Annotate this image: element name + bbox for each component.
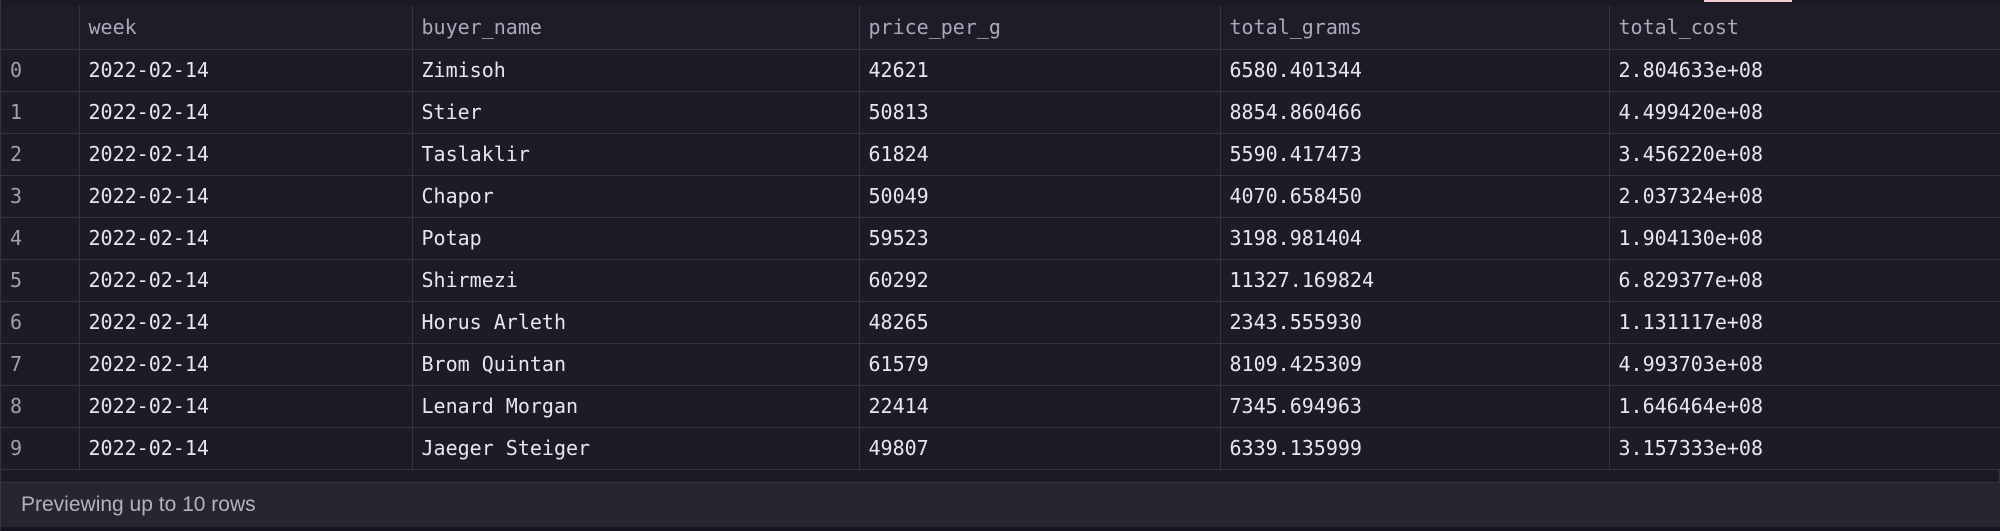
header-row: week buyer_name price_per_g total_grams … (1, 6, 2000, 50)
column-header-week[interactable]: week (79, 6, 413, 50)
price-per-g-cell[interactable]: 61824 (859, 133, 1221, 176)
total-cost-cell[interactable]: 3.456220e+08 (1609, 133, 2000, 176)
week-cell[interactable]: 2022-02-14 (79, 343, 413, 386)
price-per-g-cell[interactable]: 22414 (859, 385, 1221, 428)
week-cell[interactable]: 2022-02-14 (79, 133, 413, 176)
total-cost-cell[interactable]: 1.904130e+08 (1609, 217, 2000, 260)
price-per-g-cell[interactable]: 61579 (859, 343, 1221, 386)
week-cell[interactable]: 2022-02-14 (79, 259, 413, 302)
table-body: 0 2022-02-14 Zimisoh 42621 6580.401344 2… (1, 49, 2000, 470)
total-cost-cell[interactable]: 2.037324e+08 (1609, 175, 2000, 218)
total-grams-cell[interactable]: 6580.401344 (1220, 49, 1610, 92)
column-header-price-per-g[interactable]: price_per_g (859, 6, 1221, 50)
panel-bottom-edge (1, 527, 2000, 531)
row-index-cell: 1 (1, 91, 80, 134)
total-grams-cell[interactable]: 8109.425309 (1220, 343, 1610, 386)
price-per-g-cell[interactable]: 50049 (859, 175, 1221, 218)
week-cell[interactable]: 2022-02-14 (79, 217, 413, 260)
total-cost-cell[interactable]: 4.499420e+08 (1609, 91, 2000, 134)
buyer-name-cell[interactable]: Shirmezi (412, 259, 860, 302)
price-per-g-cell[interactable]: 59523 (859, 217, 1221, 260)
total-grams-cell[interactable]: 4070.658450 (1220, 175, 1610, 218)
row-index-cell: 7 (1, 343, 80, 386)
price-per-g-cell[interactable]: 60292 (859, 259, 1221, 302)
preview-footer: Previewing up to 10 rows (1, 482, 2000, 527)
row-index-cell: 8 (1, 385, 80, 428)
total-grams-cell[interactable]: 8854.860466 (1220, 91, 1610, 134)
column-header-total-cost[interactable]: total_cost (1609, 6, 2000, 50)
week-cell[interactable]: 2022-02-14 (79, 91, 413, 134)
buyer-name-cell[interactable]: Brom Quintan (412, 343, 860, 386)
table-row: 0 2022-02-14 Zimisoh 42621 6580.401344 2… (1, 49, 2000, 92)
table-header: week buyer_name price_per_g total_grams … (1, 6, 2000, 50)
table-row: 1 2022-02-14 Stier 50813 8854.860466 4.4… (1, 91, 2000, 134)
column-header-buyer-name[interactable]: buyer_name (412, 6, 860, 50)
preview-status-text: Previewing up to 10 rows (21, 493, 256, 516)
column-header-index[interactable] (1, 6, 80, 50)
price-per-g-cell[interactable]: 50813 (859, 91, 1221, 134)
buyer-name-cell[interactable]: Horus Arleth (412, 301, 860, 344)
price-per-g-cell[interactable]: 48265 (859, 301, 1221, 344)
total-grams-cell[interactable]: 6339.135999 (1220, 427, 1610, 470)
table-row: 3 2022-02-14 Chapor 50049 4070.658450 2.… (1, 175, 2000, 218)
total-cost-cell[interactable]: 1.131117e+08 (1609, 301, 2000, 344)
active-tab-indicator (1704, 0, 1792, 2)
table-row: 5 2022-02-14 Shirmezi 60292 11327.169824… (1, 259, 2000, 302)
row-index-cell: 3 (1, 175, 80, 218)
row-index-cell: 6 (1, 301, 80, 344)
row-index-cell: 2 (1, 133, 80, 176)
buyer-name-cell[interactable]: Potap (412, 217, 860, 260)
buyer-name-cell[interactable]: Chapor (412, 175, 860, 218)
price-per-g-cell[interactable]: 42621 (859, 49, 1221, 92)
total-cost-cell[interactable]: 3.157333e+08 (1609, 427, 2000, 470)
buyer-name-cell[interactable]: Stier (412, 91, 860, 134)
table-row: 2 2022-02-14 Taslaklir 61824 5590.417473… (1, 133, 2000, 176)
buyer-name-cell[interactable]: Jaeger Steiger (412, 427, 860, 470)
table-row: 6 2022-02-14 Horus Arleth 48265 2343.555… (1, 301, 2000, 344)
results-table: week buyer_name price_per_g total_grams … (1, 6, 2000, 470)
week-cell[interactable]: 2022-02-14 (79, 49, 413, 92)
column-header-total-grams[interactable]: total_grams (1220, 6, 1610, 50)
week-cell[interactable]: 2022-02-14 (79, 175, 413, 218)
buyer-name-cell[interactable]: Lenard Morgan (412, 385, 860, 428)
total-grams-cell[interactable]: 11327.169824 (1220, 259, 1610, 302)
row-index-cell: 5 (1, 259, 80, 302)
table-row: 9 2022-02-14 Jaeger Steiger 49807 6339.1… (1, 427, 2000, 470)
price-per-g-cell[interactable]: 49807 (859, 427, 1221, 470)
total-grams-cell[interactable]: 5590.417473 (1220, 133, 1610, 176)
dataframe-preview: week buyer_name price_per_g total_grams … (0, 0, 2000, 531)
total-cost-cell[interactable]: 4.993703e+08 (1609, 343, 2000, 386)
buyer-name-cell[interactable]: Taslaklir (412, 133, 860, 176)
week-cell[interactable]: 2022-02-14 (79, 385, 413, 428)
table-row: 7 2022-02-14 Brom Quintan 61579 8109.425… (1, 343, 2000, 386)
total-grams-cell[interactable]: 3198.981404 (1220, 217, 1610, 260)
total-grams-cell[interactable]: 7345.694963 (1220, 385, 1610, 428)
table-row: 8 2022-02-14 Lenard Morgan 22414 7345.69… (1, 385, 2000, 428)
total-cost-cell[interactable]: 1.646464e+08 (1609, 385, 2000, 428)
total-cost-cell[interactable]: 6.829377e+08 (1609, 259, 2000, 302)
table-row: 4 2022-02-14 Potap 59523 3198.981404 1.9… (1, 217, 2000, 260)
row-index-cell: 9 (1, 427, 80, 470)
buyer-name-cell[interactable]: Zimisoh (412, 49, 860, 92)
total-cost-cell[interactable]: 2.804633e+08 (1609, 49, 2000, 92)
row-index-cell: 0 (1, 49, 80, 92)
row-index-cell: 4 (1, 217, 80, 260)
total-grams-cell[interactable]: 2343.555930 (1220, 301, 1610, 344)
week-cell[interactable]: 2022-02-14 (79, 427, 413, 470)
week-cell[interactable]: 2022-02-14 (79, 301, 413, 344)
